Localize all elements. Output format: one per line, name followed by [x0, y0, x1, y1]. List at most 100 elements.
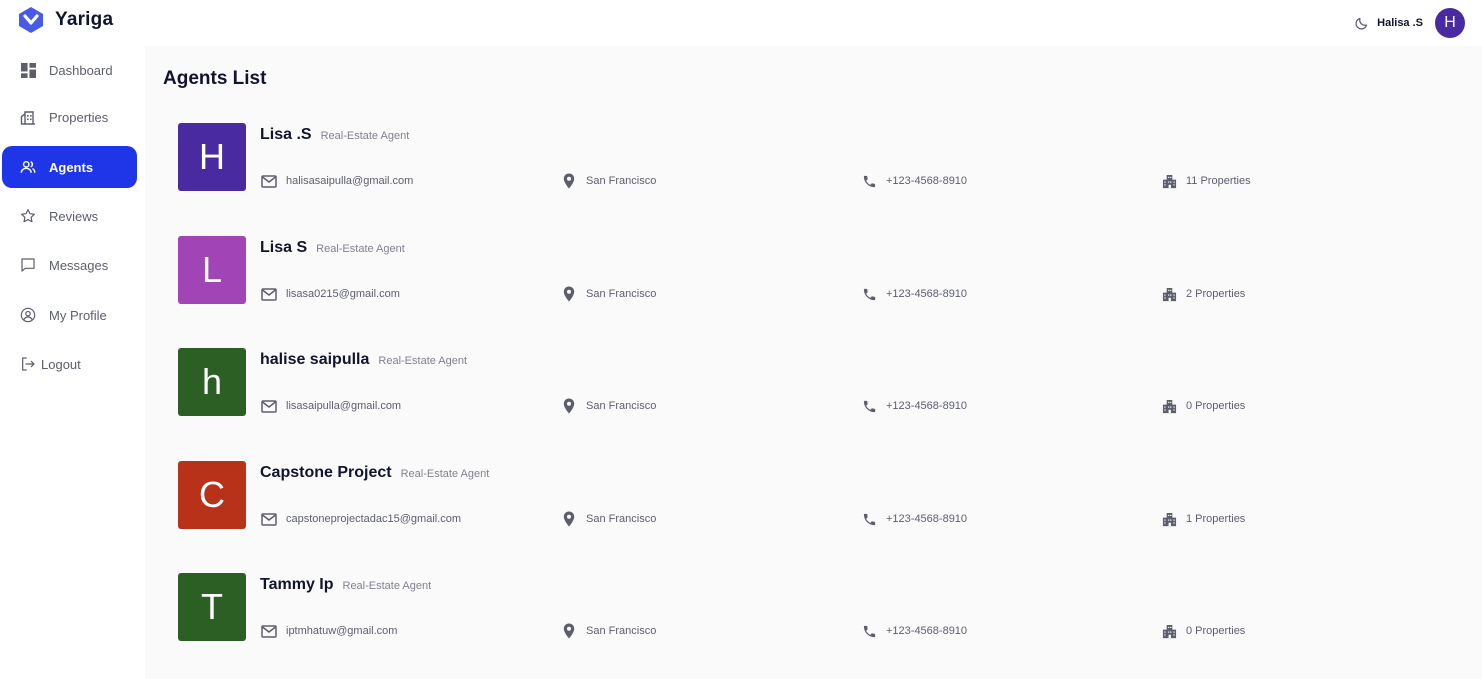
agent-role: Real-Estate Agent	[378, 355, 468, 367]
agent-properties: 11 Properties	[1160, 172, 1251, 190]
agent-location: San Francisco	[560, 397, 656, 415]
agent-phone: +123-4568-8910	[860, 397, 967, 415]
agent-name[interactable]: Lisa .S	[260, 126, 312, 143]
agent-email: iptmhatuw@gmail.com	[260, 622, 397, 640]
sidebar-item-label: Dashboard	[49, 62, 113, 78]
agent-email: lisasa0215@gmail.com	[260, 285, 400, 303]
mail-icon	[260, 285, 278, 303]
agent-email: lisasaipulla@gmail.com	[260, 397, 401, 415]
location-pin-icon	[560, 172, 578, 190]
agent-phone: +123-4568-8910	[860, 510, 967, 528]
user-name: Halisa .S	[1377, 17, 1423, 29]
profile-icon	[20, 307, 36, 323]
star-icon	[20, 208, 36, 224]
agent-properties-text: 11 Properties	[1186, 175, 1251, 187]
main-content: Agents List H Lisa .S Real-Estate Agent h…	[145, 46, 1482, 679]
sidebar-item-label: Messages	[49, 257, 109, 273]
moon-icon	[1355, 17, 1367, 30]
agent-role: Real-Estate Agent	[400, 468, 490, 480]
agent-avatar[interactable]: h	[178, 348, 246, 416]
agent-location: San Francisco	[560, 510, 656, 528]
dashboard-icon	[20, 62, 36, 78]
building-icon	[1160, 397, 1178, 415]
properties-icon	[20, 109, 36, 125]
agents-icon	[20, 159, 36, 175]
agent-email: halisasaipulla@gmail.com	[260, 172, 413, 190]
agent-card[interactable]: T Tammy Ip Real-Estate Agent iptmhatuw@gm…	[178, 573, 1468, 643]
building-icon	[1160, 172, 1178, 190]
agent-phone-text: +123-4568-8910	[886, 513, 968, 525]
sidebar-item-logout[interactable]: Logout	[2, 343, 137, 385]
mail-icon	[260, 510, 278, 528]
location-pin-icon	[560, 397, 578, 415]
sidebar-item-reviews[interactable]: Reviews	[2, 195, 137, 237]
agent-name-line: Lisa .S Real-Estate Agent	[260, 126, 409, 144]
sidebar-item-label: Reviews	[49, 208, 99, 224]
sidebar-item-agents[interactable]: Agents	[2, 146, 137, 188]
agent-card[interactable]: L Lisa S Real-Estate Agent lisasa0215@gma…	[178, 236, 1468, 306]
mail-icon	[260, 172, 278, 190]
agent-location: San Francisco	[560, 285, 656, 303]
mail-icon	[260, 397, 278, 415]
agent-email-text: halisasaipulla@gmail.com	[286, 175, 414, 187]
agent-card[interactable]: h halise saipulla Real-Estate Agent lisas…	[178, 348, 1468, 418]
agent-avatar[interactable]: C	[178, 461, 246, 529]
agent-avatar[interactable]: H	[178, 123, 246, 191]
sidebar-item-properties[interactable]: Properties	[2, 96, 137, 138]
location-pin-icon	[560, 510, 578, 528]
agent-name[interactable]: Lisa S	[260, 239, 307, 256]
agent-properties: 0 Properties	[1160, 622, 1245, 640]
logout-icon	[20, 356, 36, 372]
agent-avatar[interactable]: T	[178, 573, 246, 641]
mail-icon	[260, 622, 278, 640]
phone-icon	[860, 172, 878, 190]
top-bar: Yariga Halisa .S H	[0, 0, 1482, 46]
agent-phone-text: +123-4568-8910	[886, 625, 968, 637]
agent-email-text: iptmhatuw@gmail.com	[286, 625, 398, 637]
agent-email: capstoneprojectadac15@gmail.com	[260, 510, 461, 528]
agent-role: Real-Estate Agent	[316, 243, 405, 255]
agent-location-text: San Francisco	[586, 513, 657, 525]
sidebar-item-label: Logout	[41, 356, 81, 372]
agent-name[interactable]: Tammy Ip	[260, 576, 334, 593]
agent-properties-text: 0 Properties	[1186, 400, 1246, 412]
agent-role: Real-Estate Agent	[342, 580, 432, 592]
page-title: Agents List	[163, 68, 267, 89]
phone-icon	[860, 510, 878, 528]
phone-icon	[860, 622, 878, 640]
agent-name-line: halise saipulla Real-Estate Agent	[260, 351, 467, 369]
building-icon	[1160, 285, 1178, 303]
sidebar-item-dashboard[interactable]: Dashboard	[2, 49, 137, 91]
agent-name[interactable]: Capstone Project	[260, 464, 392, 481]
avatar[interactable]: H	[1435, 8, 1465, 38]
agent-location-text: San Francisco	[586, 175, 657, 187]
agent-email-text: lisasaipulla@gmail.com	[286, 400, 402, 412]
agent-location-text: San Francisco	[586, 288, 657, 300]
building-icon	[1160, 510, 1178, 528]
brand-name: Yariga	[55, 9, 114, 30]
dark-mode-toggle[interactable]	[1351, 13, 1371, 33]
sidebar-item-label: Agents	[49, 159, 94, 175]
sidebar-item-label: Properties	[49, 109, 109, 125]
agent-phone: +123-4568-8910	[860, 285, 967, 303]
agent-name[interactable]: halise saipulla	[260, 351, 369, 368]
agent-name-line: Tammy Ip Real-Estate Agent	[260, 576, 431, 594]
agent-phone: +123-4568-8910	[860, 622, 967, 640]
phone-icon	[860, 285, 878, 303]
yariga-logo-icon	[19, 7, 43, 33]
agent-properties: 2 Properties	[1160, 285, 1245, 303]
brand[interactable]: Yariga	[16, 6, 113, 34]
phone-icon	[860, 397, 878, 415]
agent-location: San Francisco	[560, 172, 656, 190]
agent-card[interactable]: H Lisa .S Real-Estate Agent halisasaipull…	[178, 123, 1468, 193]
agent-card[interactable]: C Capstone Project Real-Estate Agent caps…	[178, 461, 1468, 531]
agent-email-text: capstoneprojectadac15@gmail.com	[286, 513, 462, 525]
user-area: Halisa .S H	[1351, 8, 1465, 38]
sidebar-item-my-profile[interactable]: My Profile	[2, 294, 137, 336]
agent-name-line: Lisa S Real-Estate Agent	[260, 239, 405, 257]
sidebar: Dashboard Properties Agents Reviews Mess…	[0, 46, 145, 679]
sidebar-item-messages[interactable]: Messages	[2, 244, 137, 286]
location-pin-icon	[560, 285, 578, 303]
agent-avatar[interactable]: L	[178, 236, 246, 304]
agent-role: Real-Estate Agent	[320, 130, 410, 142]
